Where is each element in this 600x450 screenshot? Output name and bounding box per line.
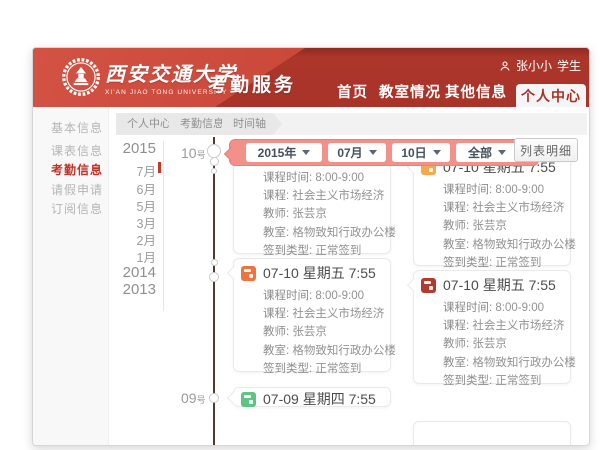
day-select-value: 10日 xyxy=(401,144,426,161)
nav-other-info[interactable]: 其他信息 xyxy=(445,81,507,102)
card-header: 07-10 星期五 7:55 xyxy=(414,271,570,295)
card-field-line: 课程: 社会主义市场经济 xyxy=(263,305,382,323)
axis-year-2015[interactable]: 2015 xyxy=(86,140,156,157)
card-field-line: 课程时间: 8:00-9:00 xyxy=(443,299,562,317)
card-field-line: 教师: 张芸京 xyxy=(263,323,382,341)
timeline-dot-small xyxy=(211,168,217,174)
person-icon xyxy=(499,60,511,72)
card-field-line: 课程: 社会主义市场经济 xyxy=(443,317,562,335)
card-field-line: 课程时间: 8:00-9:00 xyxy=(443,181,562,199)
day-marker-09: 09号 xyxy=(181,390,206,408)
type-select-value: 全部 xyxy=(468,144,492,161)
card-header: 07-09 星期四 7:55 xyxy=(234,388,390,408)
day-select[interactable]: 10日 xyxy=(392,143,450,162)
timeline-dot-mid-2 xyxy=(209,272,219,282)
user-menu[interactable]: 张小小 学生 xyxy=(499,57,581,74)
app-title: 考勤服务 xyxy=(208,70,296,97)
axis-month-jul[interactable]: 7月 xyxy=(86,161,156,180)
chevron-down-icon xyxy=(433,150,441,155)
card-field-line: 课程时间: 8:00-9:00 xyxy=(263,169,382,187)
nav-home[interactable]: 首页 xyxy=(337,81,368,102)
nav-classrooms[interactable]: 教室情况 xyxy=(379,81,441,102)
user-name: 张小小 xyxy=(516,57,552,74)
card-body: 课程时间: 8:00-9:00课程: 社会主义市场经济教师: 张芸京教室: 格物… xyxy=(414,177,570,278)
filter-bar: 2015年 07月 10日 全部 xyxy=(229,139,539,166)
axis-separator-line xyxy=(163,141,164,311)
card-field-line: 签到类型: 正常签到 xyxy=(263,360,382,378)
card-body: 课程时间: 8:00-9:00课程: 社会主义市场经济教师: 张芸京教室: 格物… xyxy=(234,165,390,266)
breadcrumb-timeline[interactable]: 时间轴 xyxy=(222,113,282,135)
attendance-card-right-1[interactable]: 07-10 星期五 7:55 课程时间: 8:00-9:00课程: 社会主义市场… xyxy=(413,152,571,266)
card-field-line: 教师: 张芸京 xyxy=(443,335,562,353)
breadcrumb: 个人中心 考勤信息 时间轴 xyxy=(116,113,587,135)
chevron-down-icon xyxy=(369,150,377,155)
timeline-dot-medium xyxy=(210,157,219,166)
timeline-dot-mid-1 xyxy=(211,259,218,266)
month-select-value: 07月 xyxy=(337,144,362,161)
user-role: 学生 xyxy=(557,57,581,74)
nav-personal-center-active-tab[interactable]: 个人中心 xyxy=(516,84,586,107)
card-field-line: 教室: 格物致知行政办公楼 xyxy=(443,236,562,254)
month-select[interactable]: 07月 xyxy=(328,143,386,162)
attendance-stamp-icon xyxy=(241,266,256,281)
attendance-stamp-icon xyxy=(421,278,436,293)
app-header: 西安交通大学 XI'AN JIAO TONG UNIVERSITY 考勤服务 张… xyxy=(33,48,589,107)
year-select[interactable]: 2015年 xyxy=(246,143,322,162)
current-month-marker xyxy=(158,162,161,173)
card-field-line: 教室: 格物致知行政办公楼 xyxy=(263,224,382,242)
card-header: 07-10 星期五 7:55 xyxy=(234,259,390,283)
attendance-card-right-3-fragment[interactable] xyxy=(413,421,571,446)
card-field-line: 教师: 张芸京 xyxy=(443,217,562,235)
card-field-line: 课程: 社会主义市场经济 xyxy=(443,199,562,217)
type-select[interactable]: 全部 xyxy=(456,143,518,162)
axis-year-2014[interactable]: 2014 xyxy=(86,264,156,281)
card-date-title: 07-09 星期四 7:55 xyxy=(263,389,376,409)
sidebar-item-basic-info[interactable]: 基本信息 xyxy=(51,119,103,136)
timeline-dot-bottom xyxy=(209,393,219,403)
university-logo-icon xyxy=(61,57,101,97)
chevron-down-icon xyxy=(498,150,506,155)
card-date-title: 07-10 星期五 7:55 xyxy=(263,263,376,283)
list-detail-button[interactable]: 列表明细 xyxy=(514,138,578,162)
card-field-line: 签到类型: 正常签到 xyxy=(443,372,562,390)
chevron-down-icon xyxy=(302,150,310,155)
card-field-line: 课程: 社会主义市场经济 xyxy=(263,187,382,205)
card-field-line: 教室: 格物致知行政办公楼 xyxy=(263,342,382,360)
axis-year-2013[interactable]: 2013 xyxy=(86,281,156,298)
day-marker-10: 10号 xyxy=(181,145,206,163)
year-select-value: 2015年 xyxy=(258,144,297,161)
card-date-title: 07-10 星期五 7:55 xyxy=(443,275,556,295)
page: 西安交通大学 XI'AN JIAO TONG UNIVERSITY 考勤服务 张… xyxy=(0,0,600,450)
timeline-dot-large xyxy=(207,144,221,158)
attendance-card-left-3[interactable]: 07-09 星期四 7:55 xyxy=(233,387,391,407)
attendance-stamp-icon xyxy=(241,392,256,407)
attendance-card-left-2[interactable]: 07-10 星期五 7:55 课程时间: 8:00-9:00课程: 社会主义市场… xyxy=(233,258,391,372)
attendance-card-right-2[interactable]: 07-10 星期五 7:55 课程时间: 8:00-9:00课程: 社会主义市场… xyxy=(413,270,571,384)
card-field-line: 教师: 张芸京 xyxy=(263,205,382,223)
filter-bar-tail xyxy=(223,147,237,161)
card-body: 课程时间: 8:00-9:00课程: 社会主义市场经济教师: 张芸京教室: 格物… xyxy=(234,283,390,384)
card-field-line: 教室: 格物致知行政办公楼 xyxy=(443,354,562,372)
card-body: 课程时间: 8:00-9:00课程: 社会主义市场经济教师: 张芸京教室: 格物… xyxy=(414,295,570,396)
card-field-line: 课程时间: 8:00-9:00 xyxy=(263,287,382,305)
app-window: 西安交通大学 XI'AN JIAO TONG UNIVERSITY 考勤服务 张… xyxy=(32,47,590,446)
